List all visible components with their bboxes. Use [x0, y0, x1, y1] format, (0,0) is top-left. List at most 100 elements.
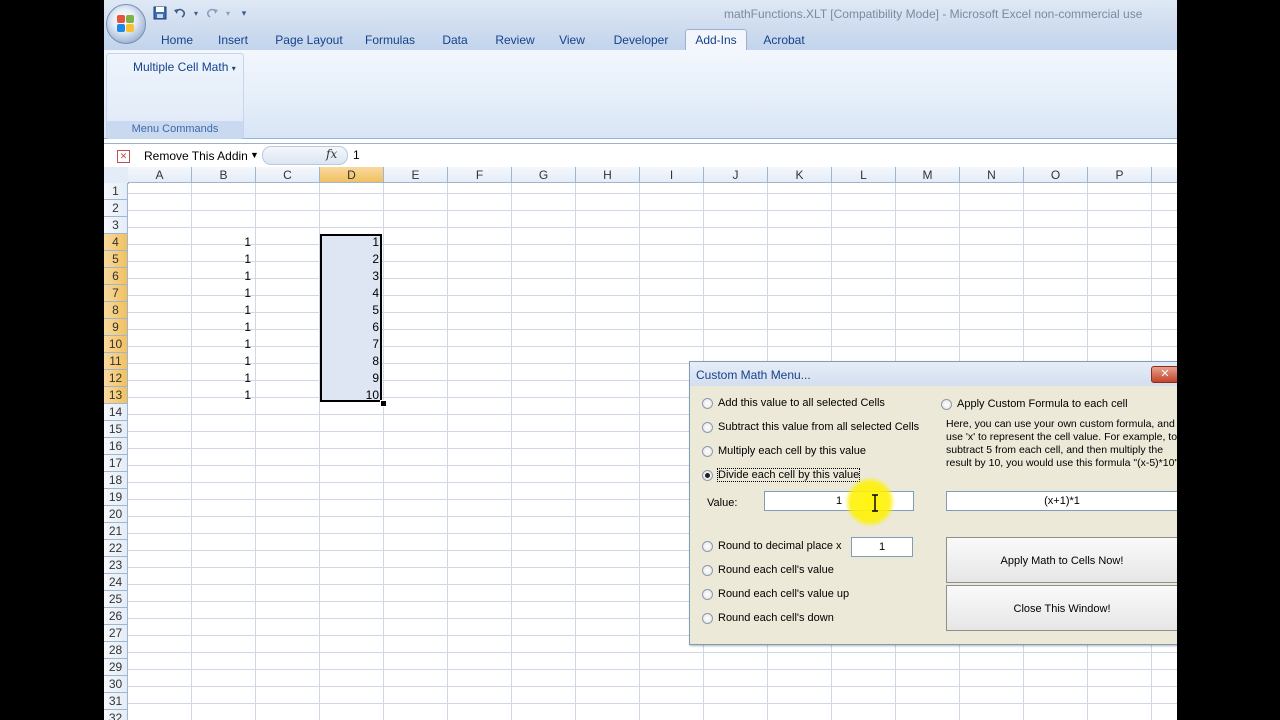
cell-b7[interactable]: 1 [192, 285, 255, 302]
undo-icon[interactable] [172, 5, 188, 21]
cell-b10[interactable]: 1 [192, 336, 255, 353]
decimal-place-input[interactable]: 1 [851, 537, 913, 557]
row-header-6[interactable]: 6 [104, 268, 128, 285]
column-header-f[interactable]: F [448, 167, 512, 183]
row-header-8[interactable]: 8 [104, 302, 128, 319]
tab-add-ins[interactable]: Add-Ins [685, 29, 747, 51]
cell-d8[interactable]: 5 [320, 302, 383, 319]
row-header-9[interactable]: 9 [104, 319, 128, 336]
column-header-l[interactable]: L [832, 167, 896, 183]
row-header-28[interactable]: 28 [104, 642, 128, 659]
row-header-3[interactable]: 3 [104, 217, 128, 234]
column-header-o[interactable]: O [1024, 167, 1088, 183]
dialog-title-bar[interactable]: Custom Math Menu... ✕ [690, 362, 1177, 386]
row-header-5[interactable]: 5 [104, 251, 128, 268]
apply-math-button[interactable]: Apply Math to Cells Now! [946, 537, 1177, 583]
row-header-10[interactable]: 10 [104, 336, 128, 353]
row-header-32[interactable]: 32 [104, 710, 128, 720]
cell-d6[interactable]: 3 [320, 268, 383, 285]
tab-home[interactable]: Home [154, 31, 200, 50]
tab-review[interactable]: Review [490, 31, 540, 50]
row-header-17[interactable]: 17 [104, 455, 128, 472]
custom-formula-radio[interactable] [941, 398, 952, 410]
insert-function-icon[interactable]: fx [326, 147, 337, 161]
column-header-a[interactable]: A [128, 167, 192, 183]
row-header-1[interactable]: 1 [104, 183, 128, 200]
cell-b12[interactable]: 1 [192, 370, 255, 387]
row-header-18[interactable]: 18 [104, 472, 128, 489]
cell-b5[interactable]: 1 [192, 251, 255, 268]
close-window-button[interactable]: Close This Window! [946, 585, 1177, 631]
subtract-value-option[interactable]: Subtract this value from all selected Ce… [702, 421, 919, 433]
cell-b8[interactable]: 1 [192, 302, 255, 319]
redo-icon[interactable] [204, 5, 220, 21]
cell-d10[interactable]: 7 [320, 336, 383, 353]
add-value-option[interactable]: Add this value to all selected Cells [702, 397, 885, 409]
column-header-j[interactable]: J [704, 167, 768, 183]
row-header-20[interactable]: 20 [104, 506, 128, 523]
office-button[interactable] [106, 4, 146, 44]
row-header-2[interactable]: 2 [104, 200, 128, 217]
column-header-n[interactable]: N [960, 167, 1024, 183]
tab-page-layout[interactable]: Page Layout [272, 31, 346, 50]
row-header-22[interactable]: 22 [104, 540, 128, 557]
close-workbook-icon[interactable]: ✕ [117, 150, 130, 163]
row-header-23[interactable]: 23 [104, 557, 128, 574]
custom-formula-option[interactable]: Apply Custom Formula to each cell [941, 398, 1128, 410]
cell-b13[interactable]: 1 [192, 387, 255, 404]
cell-b6[interactable]: 1 [192, 268, 255, 285]
round-decimal-radio[interactable] [702, 540, 713, 552]
row-header-21[interactable]: 21 [104, 523, 128, 540]
column-header-m[interactable]: M [896, 167, 960, 183]
cell-b11[interactable]: 1 [192, 353, 255, 370]
round-up-radio[interactable] [702, 588, 713, 600]
add-radio[interactable] [702, 397, 713, 409]
row-header-7[interactable]: 7 [104, 285, 128, 302]
row-header-16[interactable]: 16 [104, 438, 128, 455]
column-header-g[interactable]: G [512, 167, 576, 183]
cell-d4[interactable]: 1 [320, 234, 383, 251]
column-header-c[interactable]: C [256, 167, 320, 183]
round-down-radio[interactable] [702, 612, 713, 624]
name-box-dropdown-icon[interactable]: ▼ [250, 150, 259, 160]
column-header-k[interactable]: K [768, 167, 832, 183]
round-decimal-option[interactable]: Round to decimal place x [702, 540, 842, 552]
subtract-radio[interactable] [702, 421, 713, 433]
column-header-q[interactable]: Q [1152, 167, 1177, 183]
column-header-d[interactable]: D [320, 167, 384, 183]
round-up-option[interactable]: Round each cell's value up [702, 588, 849, 600]
tab-view[interactable]: View [554, 31, 590, 50]
row-header-4[interactable]: 4 [104, 234, 128, 251]
cell-d7[interactable]: 4 [320, 285, 383, 302]
name-box[interactable]: Remove This Addin [144, 149, 248, 163]
column-header-b[interactable]: B [192, 167, 256, 183]
select-all-corner[interactable] [104, 167, 129, 184]
dialog-close-button[interactable]: ✕ [1151, 366, 1177, 383]
row-header-13[interactable]: 13 [104, 387, 128, 404]
row-header-25[interactable]: 25 [104, 591, 128, 608]
round-down-option[interactable]: Round each cell's down [702, 612, 834, 624]
cell-b9[interactable]: 1 [192, 319, 255, 336]
row-header-12[interactable]: 12 [104, 370, 128, 387]
customize-qat-icon[interactable]: ▾ [236, 5, 252, 21]
tab-data[interactable]: Data [436, 31, 474, 50]
cell-d12[interactable]: 9 [320, 370, 383, 387]
cell-d13[interactable]: 10 [320, 387, 383, 404]
cell-b4[interactable]: 1 [192, 234, 255, 251]
row-header-30[interactable]: 30 [104, 676, 128, 693]
redo-dropdown-icon[interactable]: ▾ [224, 5, 232, 21]
divide-value-option[interactable]: Divide each cell by this value [702, 468, 861, 482]
multiply-value-option[interactable]: Multiply each cell by this value [702, 445, 866, 457]
column-header-p[interactable]: P [1088, 167, 1152, 183]
row-header-19[interactable]: 19 [104, 489, 128, 506]
row-header-29[interactable]: 29 [104, 659, 128, 676]
cell-d11[interactable]: 8 [320, 353, 383, 370]
custom-formula-input[interactable]: (x+1)*1 [946, 491, 1177, 511]
row-header-31[interactable]: 31 [104, 693, 128, 710]
tab-developer[interactable]: Developer [608, 31, 674, 50]
column-header-h[interactable]: H [576, 167, 640, 183]
round-value-option[interactable]: Round each cell's value [702, 564, 834, 576]
row-header-11[interactable]: 11 [104, 353, 128, 370]
undo-dropdown-icon[interactable]: ▾ [192, 5, 200, 21]
round-value-radio[interactable] [702, 564, 713, 576]
